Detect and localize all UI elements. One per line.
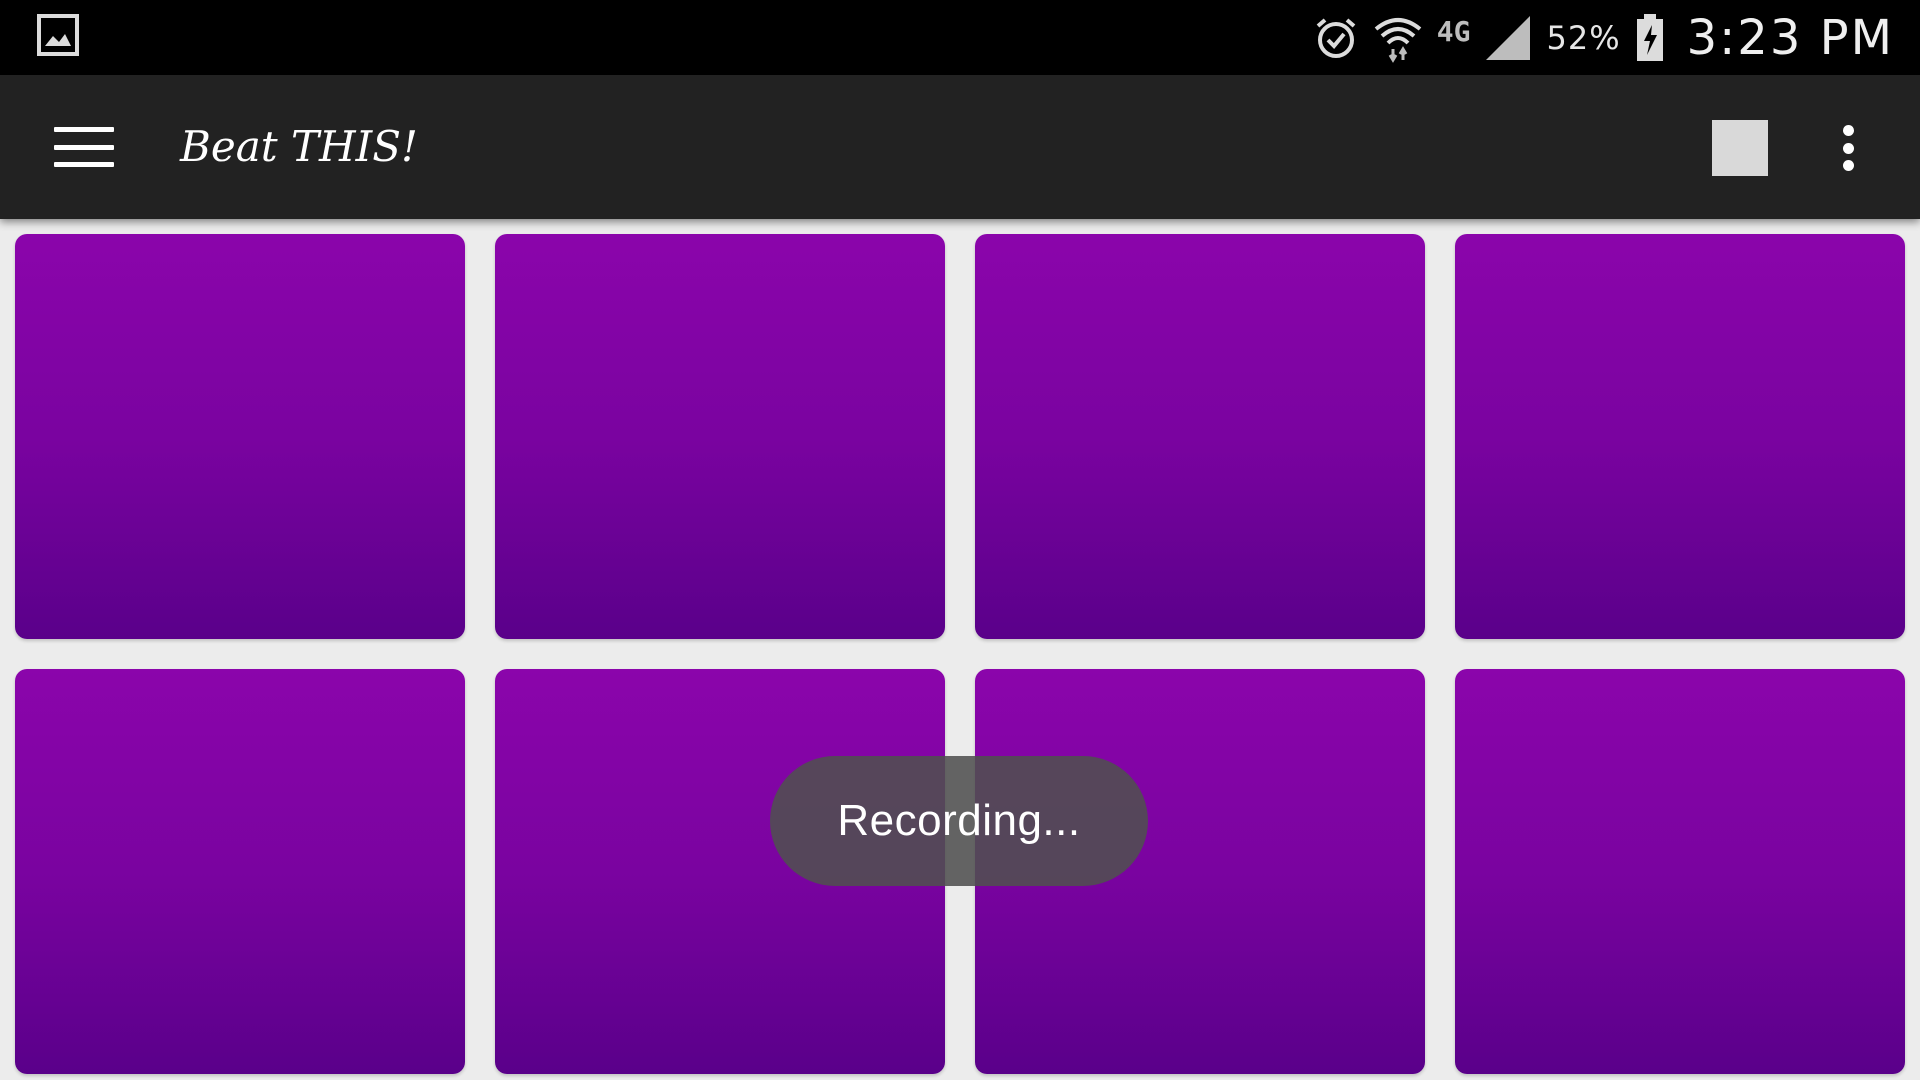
beat-pad-8[interactable] (1455, 669, 1905, 1074)
hamburger-menu-icon[interactable] (40, 119, 128, 175)
gallery-icon (37, 14, 79, 56)
beat-pad-grid (15, 234, 1905, 1074)
more-vert-icon[interactable] (1832, 117, 1864, 179)
status-bar: 4G 52% 3:23 PM (0, 0, 1920, 75)
network-type-label: 4G (1436, 15, 1471, 48)
wifi-icon (1373, 13, 1423, 63)
toast-text: Recording... (837, 796, 1081, 845)
beat-pad-4[interactable] (1455, 234, 1905, 639)
beat-pad-2[interactable] (495, 234, 945, 639)
beat-pad-1[interactable] (15, 234, 465, 639)
recording-toast: Recording... (770, 756, 1148, 886)
clock: 3:23 PM (1686, 9, 1894, 66)
alarm-icon (1313, 15, 1359, 61)
battery-percent: 52% (1546, 18, 1621, 57)
battery-charging-icon (1635, 13, 1665, 63)
beat-pad-5[interactable] (15, 669, 465, 1074)
app-title: Beat THIS! (180, 122, 418, 171)
app-bar: Beat THIS! (0, 75, 1920, 219)
stop-icon[interactable] (1712, 120, 1768, 176)
cell-signal-icon (1484, 14, 1532, 62)
beat-pad-3[interactable] (975, 234, 1425, 639)
